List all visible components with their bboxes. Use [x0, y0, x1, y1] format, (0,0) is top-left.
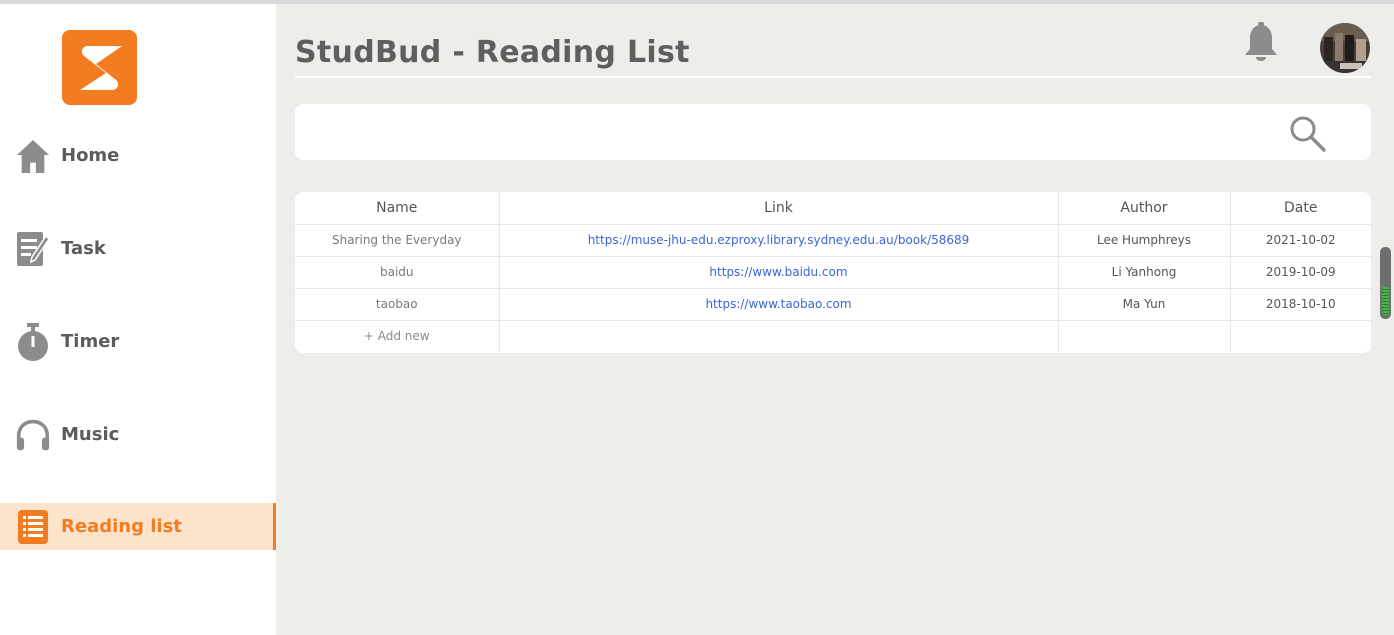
reading-list-table: Name Link Author Date Sharing the Everyd… — [295, 192, 1371, 353]
sidebar-item-label: Reading list — [61, 516, 182, 537]
column-header-date[interactable]: Date — [1230, 192, 1371, 225]
sidebar-item-label: Task — [61, 238, 106, 259]
page-scrollbar[interactable] — [1380, 247, 1391, 319]
main-content: StudBud - Reading List Name Link Author … — [276, 4, 1394, 635]
search-input[interactable] — [307, 114, 1267, 150]
task-notepad-icon — [16, 229, 50, 269]
sidebar-item-music[interactable]: Music — [0, 411, 276, 458]
page-title: StudBud - Reading List — [295, 35, 690, 70]
empty-cell — [499, 320, 1059, 352]
cell-date[interactable]: 2018-10-10 — [1230, 288, 1371, 321]
cell-author[interactable]: Ma Yun — [1058, 288, 1231, 321]
cell-name[interactable]: Sharing the Everyday — [295, 224, 500, 257]
cell-name[interactable]: taobao — [295, 288, 500, 321]
add-new-button[interactable]: + Add new — [295, 320, 500, 352]
table-header-row: Name Link Author Date — [295, 192, 1371, 225]
studbud-logo[interactable] — [62, 30, 137, 105]
sidebar-item-label: Music — [61, 424, 120, 445]
reading-link[interactable]: https://www.baidu.com — [709, 265, 847, 279]
scrollbar-grip[interactable] — [1382, 287, 1389, 315]
home-icon — [16, 136, 50, 176]
sidebar-item-timer[interactable]: Timer — [0, 318, 276, 365]
reading-link[interactable]: https://www.taobao.com — [705, 297, 851, 311]
cell-name[interactable]: baidu — [295, 256, 500, 289]
user-avatar[interactable] — [1320, 23, 1370, 73]
reading-list-icon — [16, 507, 50, 547]
search-bar — [295, 104, 1371, 160]
studbud-s-logo-icon — [79, 45, 122, 90]
sidebar-item-home[interactable]: Home — [0, 132, 276, 179]
add-new-row: + Add new — [295, 320, 1371, 352]
cell-link: https://www.baidu.com — [499, 256, 1059, 289]
column-header-name[interactable]: Name — [295, 192, 500, 225]
table-row[interactable]: taobao https://www.taobao.com Ma Yun 201… — [295, 288, 1371, 321]
cell-link: https://www.taobao.com — [499, 288, 1059, 321]
cell-date[interactable]: 2021-10-02 — [1230, 224, 1371, 257]
search-icon[interactable] — [1289, 115, 1327, 153]
table-row[interactable]: baidu https://www.baidu.com Li Yanhong 2… — [295, 256, 1371, 289]
table-row[interactable]: Sharing the Everyday https://muse-jhu-ed… — [295, 224, 1371, 257]
reading-link[interactable]: https://muse-jhu-edu.ezproxy.library.syd… — [588, 233, 970, 247]
title-divider — [295, 76, 1371, 78]
cell-author[interactable]: Li Yanhong — [1058, 256, 1231, 289]
headphones-icon — [16, 415, 50, 455]
app-shell: Home Task Timer Music Reading list StudB… — [0, 4, 1394, 635]
sidebar: Home Task Timer Music Reading list — [0, 4, 276, 635]
sidebar-item-reading-list[interactable]: Reading list — [0, 503, 276, 550]
sidebar-item-label: Home — [61, 145, 120, 166]
column-header-author[interactable]: Author — [1058, 192, 1231, 225]
cell-link: https://muse-jhu-edu.ezproxy.library.syd… — [499, 224, 1059, 257]
sidebar-item-label: Timer — [61, 331, 120, 352]
cell-author[interactable]: Lee Humphreys — [1058, 224, 1231, 257]
sidebar-item-task[interactable]: Task — [0, 225, 276, 272]
bell-icon[interactable] — [1242, 22, 1280, 62]
empty-cell — [1230, 320, 1371, 352]
cell-date[interactable]: 2019-10-09 — [1230, 256, 1371, 289]
stopwatch-icon — [16, 322, 50, 362]
empty-cell — [1058, 320, 1231, 352]
column-header-link[interactable]: Link — [499, 192, 1059, 225]
